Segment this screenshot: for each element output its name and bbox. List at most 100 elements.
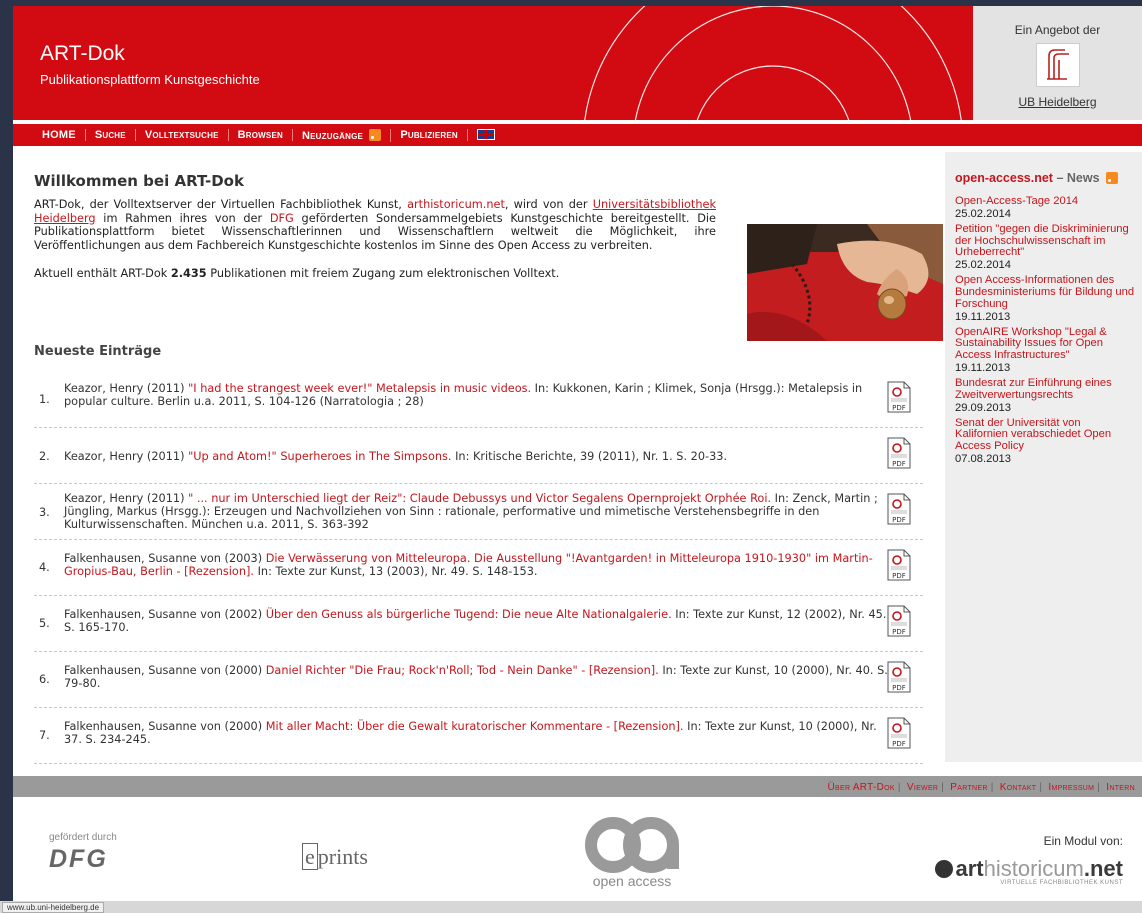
- footer-links: Über ART-Dok | Viewer | Partner | Kontakt | …: [827, 782, 1135, 793]
- news-date: 19.11.2013: [955, 361, 1011, 374]
- list-item: 1. Keazor, Henry (2011) "I had the stran…: [34, 372, 923, 428]
- nav-neuzugaenge-label[interactable]: Neuzugänge: [302, 130, 363, 142]
- intro-text-1: ART-Dok, der Volltextserver der Virtuell…: [34, 198, 408, 211]
- entry-author: Keazor, Henry (2011): [64, 450, 189, 463]
- news-heading: open-access.net – News: [955, 171, 1119, 185]
- uk-flag-icon[interactable]: [476, 128, 495, 140]
- site-header: ART-Dok Publikationsplattform Kunstgesch…: [13, 6, 973, 120]
- provider-name[interactable]: UB Heidelberg: [973, 95, 1142, 109]
- news-item: OpenAIRE Workshop "Legal & Sustainabilit…: [955, 326, 1135, 374]
- news-list: Open-Access-Tage 2014 25.02.2014 Petition…: [955, 195, 1135, 469]
- list-item: 7. Falkenhausen, Susanne von (2000) Mit …: [34, 708, 923, 764]
- nav-neuzugaenge[interactable]: Neuzugänge: [293, 128, 392, 142]
- news-rss-icon[interactable]: [1106, 172, 1119, 184]
- nav-volltextsuche[interactable]: Volltextsuche: [136, 129, 229, 141]
- intro-text-2: , wird von der: [504, 198, 593, 211]
- news-title-link[interactable]: Open-Access-Tage 2014: [955, 195, 1135, 208]
- news-item: Open-Access-Tage 2014 25.02.2014: [955, 195, 1135, 220]
- footer-link-impressum[interactable]: Impressum: [1048, 782, 1094, 793]
- arthistoricum-link[interactable]: arthistoricum.net: [407, 198, 505, 211]
- pdf-icon[interactable]: PDF: [887, 605, 911, 637]
- footer-link-partner[interactable]: Partner: [950, 782, 987, 793]
- list-item: 6. Falkenhausen, Susanne von (2000) Dani…: [34, 652, 923, 708]
- header-arcs: [584, 6, 962, 120]
- footer-link-kontakt[interactable]: Kontakt: [1000, 782, 1037, 793]
- publication-count: Aktuell enthält ART-Dok 2.435 Publikatio…: [34, 267, 559, 280]
- arthistoricum-logo[interactable]: Ein Modul von: arthistoricum.net VIRTUEL…: [873, 834, 1123, 886]
- news-item: Bundesrat zur Einführung eines Zweitverw…: [955, 377, 1135, 414]
- intro-text-3: im Rahmen ihres von der: [95, 211, 270, 225]
- hero-painting-image: [747, 224, 943, 341]
- nav-browsen[interactable]: Browsen: [229, 129, 293, 141]
- entry-title-link[interactable]: " ... nur im Unterschied liegt der Reiz"…: [188, 492, 771, 505]
- nav-english[interactable]: [468, 128, 504, 142]
- news-title-link[interactable]: Petition "gegen die Diskriminierung der …: [955, 223, 1135, 259]
- site-subtitle: Publikationsplattform Kunstgeschichte: [40, 72, 260, 87]
- status-url: www.ub.uni-heidelberg.de: [2, 902, 105, 913]
- news-heading-suffix: – News: [1052, 171, 1100, 185]
- news-item: Senat der Universität von Kalifornien ve…: [955, 417, 1135, 465]
- footer-link-intern[interactable]: Intern: [1106, 782, 1135, 793]
- count-prefix: Aktuell enthält ART-Dok: [34, 267, 171, 280]
- entry-title-link[interactable]: Mit aller Macht: Über die Gewalt kurator…: [266, 720, 684, 733]
- dfg-label: gefördert durch: [49, 832, 117, 843]
- ub-heidelberg-logo-icon[interactable]: [1035, 43, 1080, 87]
- provider-box[interactable]: Ein Angebot der UB Heidelberg: [973, 6, 1142, 120]
- pdf-icon[interactable]: PDF: [887, 381, 911, 413]
- list-item: 4. Falkenhausen, Susanne von (2003) Die …: [34, 540, 923, 596]
- svg-text:PDF: PDF: [892, 460, 906, 468]
- news-title-link[interactable]: Senat der Universität von Kalifornien ve…: [955, 417, 1135, 453]
- entry-title-link[interactable]: Über den Genuss als bürgerliche Tugend: …: [266, 608, 672, 621]
- rss-icon[interactable]: [369, 128, 382, 141]
- dfg-link[interactable]: DFG: [270, 212, 294, 225]
- pdf-icon[interactable]: PDF: [887, 717, 911, 749]
- entry-number: 7.: [39, 729, 50, 742]
- footer-link-viewer[interactable]: Viewer: [907, 782, 938, 793]
- ah-net: .net: [1083, 856, 1123, 881]
- news-date: 29.09.2013: [955, 401, 1011, 414]
- entries-list: 1. Keazor, Henry (2011) "I had the stran…: [34, 372, 923, 764]
- news-title-link[interactable]: Bundesrat zur Einführung eines Zweitverw…: [955, 377, 1135, 402]
- entry-text: Falkenhausen, Susanne von (2002) Über de…: [64, 608, 888, 634]
- site-title[interactable]: ART-Dok: [40, 42, 125, 66]
- entry-author: Keazor, Henry (2011): [64, 382, 189, 395]
- entry-number: 6.: [39, 673, 50, 686]
- ah-bold: art: [955, 856, 984, 881]
- entry-title-link[interactable]: "I had the strangest week ever!" Metalep…: [188, 382, 531, 395]
- svg-text:PDF: PDF: [892, 740, 906, 748]
- entry-title-link[interactable]: "Up and Atom!" Superheroes in The Simpso…: [188, 450, 451, 463]
- footer-link-ueber[interactable]: Über ART-Dok: [827, 782, 894, 793]
- pdf-icon[interactable]: PDF: [887, 493, 911, 525]
- pdf-icon[interactable]: PDF: [887, 437, 911, 469]
- entry-text: Falkenhausen, Susanne von (2000) Mit all…: [64, 720, 888, 746]
- open-access-icon: [585, 817, 679, 873]
- eprints-text: prints: [317, 844, 368, 869]
- nav-publizieren[interactable]: Publizieren: [391, 129, 468, 141]
- provider-name-link[interactable]: UB Heidelberg: [1018, 95, 1096, 109]
- entry-number: 4.: [39, 561, 50, 574]
- entry-title-link[interactable]: Daniel Richter "Die Frau; Rock'n'Roll; T…: [266, 664, 659, 677]
- eprints-logo[interactable]: e prints: [302, 843, 368, 870]
- news-item: Open Access-Informationen des Bundesmini…: [955, 274, 1135, 322]
- count-suffix: Publikationen mit freiem Zugang zum elek…: [206, 267, 560, 280]
- nav-suche[interactable]: Suche: [86, 129, 136, 141]
- nav-home[interactable]: HOME: [33, 129, 86, 141]
- entry-number: 3.: [39, 506, 50, 519]
- list-item: 2. Keazor, Henry (2011) "Up and Atom!" S…: [34, 428, 923, 484]
- entry-text: Keazor, Henry (2011) "I had the stranges…: [64, 382, 888, 408]
- entry-author: Keazor, Henry (2011): [64, 492, 189, 505]
- entry-text: Keazor, Henry (2011) "Up and Atom!" Supe…: [64, 450, 888, 463]
- news-date: 25.02.2014: [955, 207, 1011, 220]
- newest-entries-title: Neueste Einträge: [34, 344, 162, 359]
- news-title-link[interactable]: Open Access-Informationen des Bundesmini…: [955, 274, 1135, 310]
- pdf-icon[interactable]: PDF: [887, 549, 911, 581]
- count-number: 2.435: [170, 267, 207, 280]
- dfg-logo[interactable]: gefördert durch DFG: [49, 832, 117, 874]
- entry-text: Falkenhausen, Susanne von (2003) Die Ver…: [64, 552, 888, 578]
- provider-label: Ein Angebot der: [1014, 23, 1101, 37]
- open-access-logo[interactable]: open access: [577, 815, 687, 889]
- news-title-link[interactable]: OpenAIRE Workshop "Legal & Sustainabilit…: [955, 326, 1135, 362]
- partner-logos: gefördert durch DFG e prints open access …: [13, 802, 1142, 901]
- news-heading-link[interactable]: open-access.net: [955, 171, 1053, 185]
- pdf-icon[interactable]: PDF: [887, 661, 911, 693]
